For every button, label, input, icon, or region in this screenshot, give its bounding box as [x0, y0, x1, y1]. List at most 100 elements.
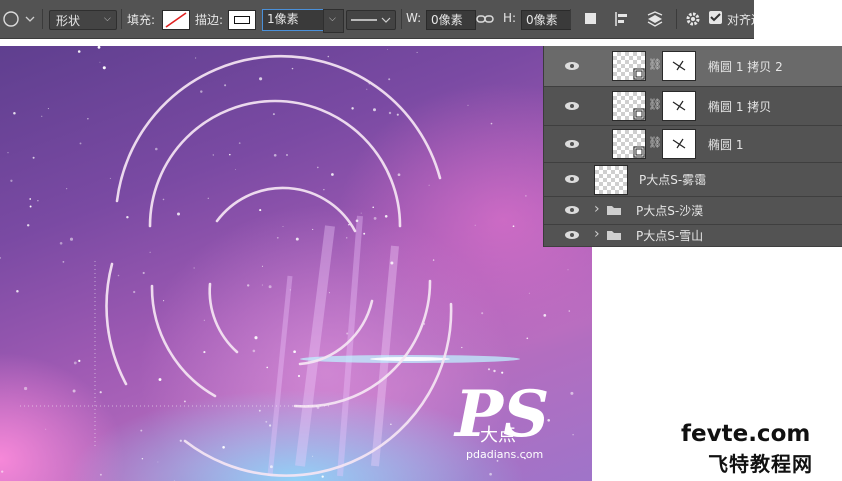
star: [73, 361, 77, 365]
layer-row[interactable]: ⛓ 椭圆 1: [544, 125, 842, 163]
star: [388, 111, 392, 115]
width-field[interactable]: 0像素: [426, 10, 476, 30]
star: [366, 88, 368, 90]
eye-icon[interactable]: [564, 174, 580, 184]
path-arrangement-button[interactable]: [645, 10, 667, 28]
star: [109, 177, 111, 179]
star: [32, 156, 35, 159]
stroke-type-dropdown[interactable]: [346, 10, 396, 30]
layer-thumbnail: [612, 129, 646, 159]
star: [321, 475, 324, 478]
star: [297, 374, 301, 378]
document-canvas[interactable]: PS 大点 pdadians.com: [0, 46, 592, 481]
expand-group-icon[interactable]: ›: [594, 226, 600, 242]
layer-row[interactable]: › P大点S-沙漠: [544, 196, 842, 225]
star: [487, 368, 491, 371]
star: [388, 78, 391, 81]
star: [528, 292, 530, 294]
star: [372, 206, 374, 208]
stroke-color-icon: [234, 16, 250, 24]
star: [235, 169, 236, 170]
star: [363, 232, 366, 235]
path-alignment-button[interactable]: [613, 10, 633, 28]
star: [229, 153, 231, 156]
eye-icon[interactable]: [564, 139, 580, 149]
fill-swatch[interactable]: [162, 10, 190, 30]
star: [59, 241, 63, 245]
height-value: 0像素: [526, 13, 558, 27]
inner-arc-top: [215, 186, 357, 233]
star: [346, 237, 348, 239]
middle-arc-left: [150, 284, 217, 398]
star: [266, 366, 269, 369]
star: [269, 424, 272, 427]
star: [102, 66, 106, 70]
link-dimensions-button[interactable]: [476, 10, 494, 28]
star: [203, 319, 205, 321]
star: [99, 473, 102, 476]
layer-name: 椭圆 1: [708, 138, 744, 152]
star: [432, 259, 435, 261]
checkmark-icon: [710, 13, 721, 22]
star: [254, 336, 258, 340]
star: [259, 77, 263, 81]
layer-name: P大点S-沙漠: [636, 204, 704, 218]
stroke-width-dropdown[interactable]: ⌵: [323, 9, 344, 33]
star: [261, 265, 263, 267]
star: [525, 195, 527, 197]
settings-button[interactable]: [684, 10, 702, 28]
ellipse-tool-preset[interactable]: [2, 10, 38, 28]
light-streaks: [267, 215, 399, 477]
chain-link-icon[interactable]: ⛓: [648, 98, 662, 111]
star: [29, 198, 32, 200]
expand-group-icon[interactable]: ›: [594, 201, 600, 217]
height-field[interactable]: 0像素: [521, 10, 571, 30]
star: [390, 423, 392, 425]
star: [87, 118, 89, 120]
align-edges-checkbox[interactable]: [709, 11, 722, 24]
star: [246, 284, 250, 287]
star: [543, 314, 547, 317]
star: [0, 256, 2, 259]
star: [207, 197, 209, 199]
eye-icon[interactable]: [564, 61, 580, 71]
eye-icon[interactable]: [564, 101, 580, 111]
chain-link-icon[interactable]: ⛓: [648, 58, 662, 71]
star: [149, 251, 151, 253]
layer-name: P大点S-雪山: [636, 229, 704, 243]
star: [99, 391, 102, 394]
link-icon: [476, 15, 494, 23]
blank-area: [754, 0, 842, 46]
star: [312, 228, 314, 230]
star: [29, 205, 32, 208]
star: [79, 142, 82, 145]
star: [331, 173, 334, 176]
star: [295, 237, 299, 241]
star: [568, 310, 571, 312]
path-operations-button[interactable]: [582, 10, 600, 28]
layer-name: P大点S-雾霭: [639, 173, 707, 187]
ps-logo: PS 大点 pdadians.com: [453, 377, 549, 461]
layer-row[interactable]: ⛓ 椭圆 1 拷贝: [544, 86, 842, 126]
eye-icon[interactable]: [564, 205, 580, 215]
star: [141, 458, 144, 460]
stroke-swatch[interactable]: [228, 10, 256, 30]
star: [99, 61, 101, 63]
star: [293, 350, 296, 354]
watermark-site: fevte.com: [681, 421, 811, 447]
middle-arc-top: [148, 99, 402, 228]
star: [69, 237, 74, 241]
canvas-artwork: PS 大点 pdadians.com: [0, 46, 574, 481]
star: [512, 225, 515, 228]
star: [37, 200, 39, 202]
eye-icon[interactable]: [564, 230, 580, 240]
chain-link-icon[interactable]: ⛓: [648, 136, 662, 149]
star: [390, 261, 394, 265]
layer-row[interactable]: › P大点S-雪山: [544, 224, 842, 247]
star: [526, 337, 529, 340]
layer-mask-thumbnail: [662, 91, 696, 121]
star: [261, 284, 263, 286]
layer-row[interactable]: ⛓ 椭圆 1 拷贝 2: [544, 46, 842, 87]
layer-row[interactable]: P大点S-雾霭: [544, 162, 842, 197]
tool-mode-dropdown[interactable]: 形状 ⌵: [49, 10, 117, 30]
